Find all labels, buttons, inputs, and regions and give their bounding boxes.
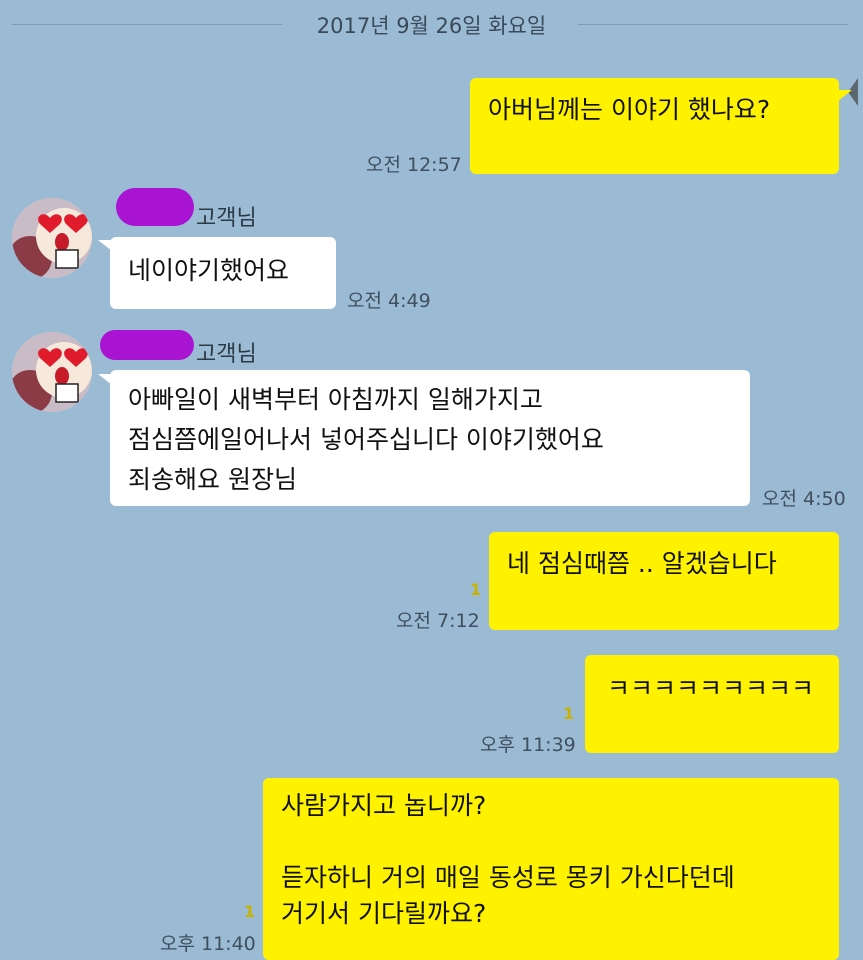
sender-name: 고객님 — [196, 342, 257, 367]
heart-eyes-face-icon — [12, 198, 92, 278]
unread-count: 1 — [563, 704, 575, 723]
avatar[interactable] — [12, 332, 92, 412]
message-time: 오전 12:57 — [366, 154, 462, 176]
message-bubble[interactable]: 네 점심때쯤 .. 알겠습니다 — [489, 532, 839, 630]
message-bubble[interactable]: 아버님께는 이야기 했나요? — [470, 78, 839, 174]
message-bubble[interactable]: 사람가지고 놉니까? 듣자하니 거의 매일 동성로 몽키 가신다던데 거기서 기… — [263, 778, 839, 960]
message-time: 오후 11:40 — [160, 933, 256, 955]
redaction-mark — [116, 188, 194, 226]
redaction-mark — [100, 330, 194, 360]
unread-count: 1 — [470, 580, 482, 599]
date-label: 2017년 9월 26일 화요일 — [316, 14, 547, 38]
divider — [578, 24, 848, 25]
message-time: 오전 7:12 — [396, 610, 480, 632]
heart-eyes-face-icon — [12, 332, 92, 412]
bubble-tail — [838, 90, 852, 101]
message-time: 오전 4:50 — [762, 488, 846, 510]
message-bubble[interactable]: ㅋㅋㅋㅋㅋㅋㅋㅋㅋ — [585, 655, 839, 753]
message-bubble[interactable]: 네이야기했어요 — [110, 237, 336, 309]
message-time: 오후 11:39 — [480, 734, 576, 756]
message-bubble[interactable]: 아빠일이 새벽부터 아침까지 일해가지고 점심쯤에일어나서 넣어주십니다 이야기… — [110, 370, 750, 506]
message-time: 오전 4:49 — [347, 290, 431, 312]
avatar[interactable] — [12, 198, 92, 278]
sender-name: 고객님 — [196, 206, 257, 231]
date-separator: 2017년 9월 26일 화요일 — [0, 0, 863, 52]
unread-count: 1 — [244, 902, 256, 921]
